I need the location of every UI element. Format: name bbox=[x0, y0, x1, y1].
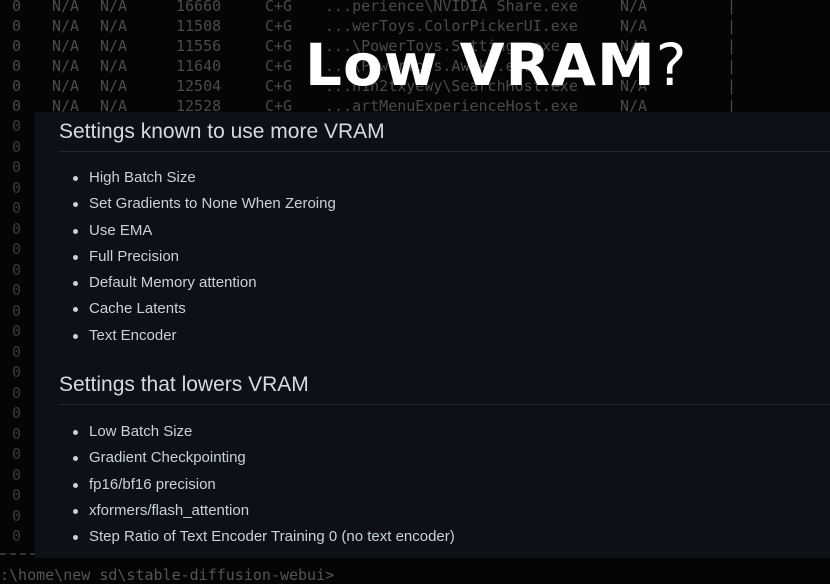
terminal-cell: N/A bbox=[100, 37, 128, 55]
terminal-border: | bbox=[727, 17, 737, 35]
terminal-cell: 11640 bbox=[176, 57, 222, 75]
terminal-gpu-index: 0 bbox=[12, 322, 22, 340]
terminal-cell: 0 bbox=[12, 77, 22, 95]
list-item: Step Ratio of Text Encoder Training 0 (n… bbox=[59, 524, 455, 550]
headline-text: Low VRAM bbox=[305, 31, 656, 99]
terminal-gpu-index: 0 bbox=[12, 178, 22, 197]
terminal-gpu-index: 0 bbox=[12, 363, 22, 381]
terminal-border: | bbox=[727, 57, 737, 75]
list-item: Default Memory attention bbox=[59, 270, 336, 296]
terminal-cell: 11556 bbox=[176, 37, 222, 55]
list-item: xformers/flash_attention bbox=[59, 498, 455, 524]
terminal-gpu-index: 0 bbox=[12, 404, 22, 422]
settings-panel: Settings known to use more VRAM High Bat… bbox=[35, 112, 830, 558]
terminal-gpu-index: 0 bbox=[12, 260, 22, 279]
list-item: Low Batch Size bbox=[59, 419, 455, 445]
terminal-gpu-index: 0 bbox=[12, 465, 22, 484]
list-item: Text Encoder bbox=[59, 323, 336, 349]
list-lowers-vram: Low Batch Size Gradient Checkpointing fp16… bbox=[59, 419, 455, 550]
terminal-gpu-index: 0 bbox=[12, 219, 22, 238]
terminal-gpu-index: 0 bbox=[12, 158, 22, 176]
terminal-gpu-index: 0 bbox=[12, 137, 22, 156]
terminal-cell: 0 bbox=[12, 17, 22, 35]
terminal-cell: N/A bbox=[100, 57, 128, 75]
terminal-cell: N/A bbox=[100, 77, 128, 95]
terminal-cell: C+G bbox=[265, 37, 293, 55]
list-item: fp16/bf16 precision bbox=[59, 472, 455, 498]
terminal-cell: N/A bbox=[52, 57, 80, 75]
terminal-border: | bbox=[727, 37, 737, 55]
terminal-separator bbox=[0, 553, 36, 555]
heading-lowers-vram: Settings that lowers VRAM bbox=[59, 373, 309, 396]
terminal-cell: C+G bbox=[265, 77, 293, 95]
terminal-gpu-index: 0 bbox=[12, 117, 22, 135]
terminal-cell: N/A bbox=[52, 0, 80, 15]
list-item: Full Precision bbox=[59, 244, 336, 270]
headline: Low VRAM? bbox=[305, 30, 688, 100]
terminal-prompt: :\home\new sd\stable-diffusion-webui> bbox=[0, 566, 335, 584]
terminal-gpu-index: 0 bbox=[12, 486, 22, 504]
list-item: Cache Latents bbox=[59, 296, 336, 322]
divider bbox=[59, 404, 830, 405]
terminal-cell: ...perience\NVIDIA Share.exe bbox=[325, 0, 578, 15]
terminal-cell: 11508 bbox=[176, 17, 222, 35]
list-item: Set Gradients to None When Zeroing bbox=[59, 191, 336, 217]
terminal-cell: 0 bbox=[12, 57, 22, 75]
list-item: High Batch Size bbox=[59, 165, 336, 191]
terminal-cell: N/A bbox=[100, 17, 128, 35]
terminal-cell: C+G bbox=[265, 17, 293, 35]
terminal-cell: 12504 bbox=[176, 77, 222, 95]
terminal-cell: C+G bbox=[265, 57, 293, 75]
terminal-cell: 0 bbox=[12, 0, 22, 15]
terminal-gpu-index: 0 bbox=[12, 527, 22, 545]
terminal-gpu-index: 0 bbox=[12, 281, 22, 299]
divider bbox=[59, 151, 830, 152]
terminal-cell: 16660 bbox=[176, 0, 222, 15]
terminal-cell: N/A bbox=[52, 77, 80, 95]
terminal-cell: N/A bbox=[100, 0, 128, 15]
terminal-gpu-index: 0 bbox=[12, 506, 22, 525]
terminal-cell: 0 bbox=[12, 97, 22, 115]
terminal-border: | bbox=[727, 0, 737, 15]
headline-question-mark: ? bbox=[655, 31, 688, 99]
terminal-cell: N/A bbox=[52, 37, 80, 55]
list-item: Use EMA bbox=[59, 218, 336, 244]
terminal-gpu-index: 0 bbox=[12, 199, 22, 217]
list-item: Gradient Checkpointing bbox=[59, 445, 455, 471]
terminal-cell: N/A bbox=[620, 0, 648, 15]
terminal-cell: C+G bbox=[265, 0, 293, 15]
terminal-gpu-index: 0 bbox=[12, 240, 22, 258]
terminal-border: | bbox=[727, 77, 737, 95]
terminal-cell: 0 bbox=[12, 37, 22, 55]
list-more-vram: High Batch Size Set Gradients to None Whe… bbox=[59, 165, 336, 349]
terminal-gpu-index: 0 bbox=[12, 301, 22, 320]
terminal-gpu-index: 0 bbox=[12, 383, 22, 402]
terminal-cell: N/A bbox=[52, 17, 80, 35]
terminal-gpu-index: 0 bbox=[12, 424, 22, 443]
terminal-gpu-index: 0 bbox=[12, 445, 22, 463]
terminal-gpu-index: 0 bbox=[12, 342, 22, 361]
heading-more-vram: Settings known to use more VRAM bbox=[59, 120, 385, 143]
